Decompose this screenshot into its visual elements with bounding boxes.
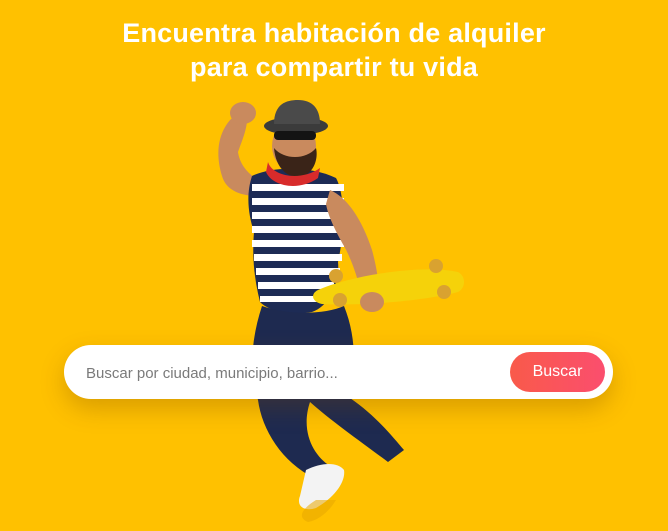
hat-crown (274, 100, 320, 124)
search-bar: Buscar (64, 345, 613, 399)
search-button[interactable]: Buscar (510, 352, 605, 392)
raised-fist (230, 102, 256, 124)
hero-photo-jumping-man (218, 100, 464, 522)
right-hand (360, 292, 384, 312)
sunglasses (274, 131, 316, 140)
hero-section: Encuentra habitación de alquiler para co… (0, 0, 668, 531)
search-input[interactable] (84, 354, 488, 392)
